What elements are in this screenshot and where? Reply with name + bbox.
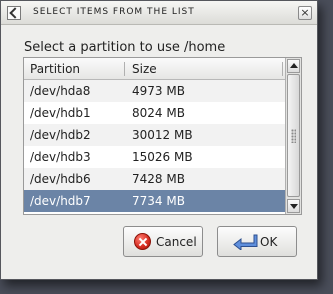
cancel-button[interactable]: Cancel [123, 226, 203, 257]
size-cell: 7428 MB [132, 172, 185, 186]
select-items-dialog: SELECT ITEMS FROM THE LIST × Select a pa… [0, 0, 318, 280]
size-cell: 7734 MB [132, 194, 185, 208]
partition-cell: /dev/hdb2 [30, 128, 91, 142]
column-separator[interactable] [124, 62, 125, 76]
enter-arrow-icon [233, 234, 258, 250]
partition-cell: /dev/hdb1 [30, 106, 91, 120]
vertical-scrollbar[interactable] [285, 58, 301, 214]
scrollbar-thumb[interactable] [287, 74, 300, 197]
list-row[interactable]: /dev/hdb2 30012 MB [24, 124, 285, 146]
cancel-button-label: Cancel [156, 235, 197, 249]
scroll-up-button[interactable] [287, 59, 300, 73]
window-title: SELECT ITEMS FROM THE LIST [33, 7, 195, 17]
list-row[interactable]: /dev/hdb3 15026 MB [24, 146, 285, 168]
size-cell: 4973 MB [132, 84, 185, 98]
scroll-down-button[interactable] [287, 199, 300, 213]
list-row[interactable]: /dev/hda8 4973 MB [24, 80, 285, 102]
close-button[interactable]: × [298, 6, 312, 20]
partition-cell: /dev/hdb6 [30, 172, 91, 186]
grip-icon [291, 129, 296, 143]
ok-button-label: OK [260, 235, 278, 249]
partition-cell: /dev/hdb3 [30, 150, 91, 164]
dialog-check-icon [7, 6, 21, 20]
prompt-label: Select a partition to use /home [24, 40, 226, 55]
list-row[interactable]: /dev/hdb1 8024 MB [24, 102, 285, 124]
size-cell: 30012 MB [132, 128, 193, 142]
arrow-up-icon [290, 63, 298, 68]
arrow-down-icon [290, 204, 298, 209]
partition-cell: /dev/hdb7 [30, 194, 91, 208]
partition-list[interactable]: Partition Size /dev/hda8 4973 MB /dev/hd… [23, 57, 302, 215]
size-cell: 15026 MB [132, 150, 193, 164]
column-header-partition[interactable]: Partition [30, 62, 80, 76]
list-header: Partition Size [24, 58, 285, 80]
list-row[interactable]: /dev/hdb6 7428 MB [24, 168, 285, 190]
list-row-selected[interactable]: /dev/hdb7 7734 MB [24, 190, 285, 212]
ok-button[interactable]: OK [217, 226, 297, 257]
column-separator[interactable] [282, 62, 283, 76]
title-bar[interactable]: SELECT ITEMS FROM THE LIST × [1, 1, 317, 25]
partition-cell: /dev/hda8 [30, 84, 91, 98]
cancel-icon [134, 233, 151, 250]
column-header-size[interactable]: Size [132, 62, 157, 76]
size-cell: 8024 MB [132, 106, 185, 120]
